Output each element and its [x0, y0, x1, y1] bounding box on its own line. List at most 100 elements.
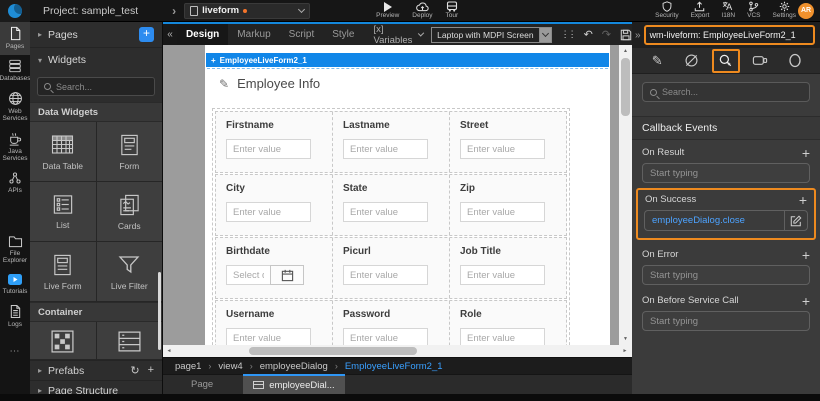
rail-item-web-services[interactable]: Web Services: [0, 87, 30, 127]
refresh-icon[interactable]: ↻: [130, 364, 139, 377]
scroll-right-arrow[interactable]: ►: [619, 348, 631, 354]
canvas-vertical-scrollbar[interactable]: ▲ ▼: [619, 45, 632, 345]
on-success-action-link[interactable]: employeeDialog.close: [645, 215, 784, 226]
form-field-role[interactable]: Role: [450, 301, 566, 345]
tab-shape[interactable]: [781, 49, 809, 73]
more-options-icon[interactable]: ⋮⋮: [561, 29, 575, 40]
role-input[interactable]: [460, 328, 545, 345]
form-field-lastname[interactable]: Lastname: [333, 112, 450, 172]
settings-button[interactable]: Settings: [773, 1, 797, 20]
widgets-accordion[interactable]: ▾ Widgets: [30, 48, 162, 72]
form-field-picurl[interactable]: Picurl: [333, 238, 450, 298]
canvas-horizontal-scrollbar[interactable]: ◄ ►: [163, 345, 632, 357]
add-prefab-icon[interactable]: +: [148, 364, 154, 377]
city-input[interactable]: [226, 202, 311, 222]
rail-more-icon[interactable]: ⋯: [0, 346, 30, 357]
security-button[interactable]: Security: [655, 1, 678, 20]
form-field-job-title[interactable]: Job Title: [450, 238, 566, 298]
add-on-error-action[interactable]: +: [802, 250, 810, 260]
form-field-firstname[interactable]: Firstname: [216, 112, 333, 172]
widget-search[interactable]: [37, 77, 155, 96]
on-error-input[interactable]: [642, 265, 810, 285]
undo-icon[interactable]: ↶: [584, 28, 593, 41]
scroll-up-arrow[interactable]: ▲: [619, 45, 632, 57]
state-input[interactable]: [343, 202, 428, 222]
widget-tile-panel[interactable]: [97, 322, 163, 359]
export-button[interactable]: Export: [691, 1, 710, 20]
rail-item-pages[interactable]: Pages: [0, 22, 30, 55]
breadcrumb-page1[interactable]: page1: [175, 361, 201, 372]
add-on-before-service-call-action[interactable]: +: [802, 296, 810, 306]
deploy-button[interactable]: Deploy: [412, 1, 432, 20]
properties-search-input[interactable]: [662, 87, 802, 97]
job-title-input[interactable]: [460, 265, 545, 285]
horizontal-scroll-thumb[interactable]: [249, 347, 417, 355]
widget-tile-live-form[interactable]: Live Form: [30, 242, 96, 301]
collapse-left-panel-button[interactable]: «: [163, 24, 177, 45]
prefabs-accordion[interactable]: ▸ Prefabs ↻ +: [30, 360, 162, 380]
tab-styles[interactable]: [678, 49, 706, 73]
zip-input[interactable]: [460, 202, 545, 222]
tab-mobile[interactable]: [746, 49, 774, 73]
birthdate-input[interactable]: [226, 265, 270, 285]
breadcrumb-employeedialog[interactable]: employeeDialog: [260, 361, 328, 372]
tab-style[interactable]: Style: [323, 24, 363, 45]
username-input[interactable]: [226, 328, 311, 345]
tab-script[interactable]: Script: [280, 24, 324, 45]
tab-events[interactable]: [712, 49, 740, 73]
tab-design[interactable]: Design: [177, 24, 228, 45]
variables-button[interactable]: [x] Variables: [373, 24, 423, 46]
password-input[interactable]: [343, 328, 428, 345]
left-panel-scrollbar[interactable]: [158, 272, 161, 350]
widget-search-input[interactable]: [56, 82, 148, 92]
firstname-input[interactable]: [226, 139, 311, 159]
scroll-left-arrow[interactable]: ◄: [163, 348, 175, 354]
tab-properties[interactable]: ✎: [643, 49, 671, 73]
rail-item-java-services[interactable]: Java Services: [0, 128, 30, 167]
bottom-tab-employeedialog[interactable]: employeeDial...: [243, 374, 344, 394]
bottom-tab-page[interactable]: Page: [177, 374, 227, 394]
picurl-input[interactable]: [343, 265, 428, 285]
canvas-page[interactable]: + EmployeeLiveForm2_1 ✎ Employee Info Fi…: [205, 45, 610, 345]
vertical-scroll-thumb[interactable]: [621, 58, 630, 116]
widget-tile-cards[interactable]: Cards: [97, 182, 163, 241]
vcs-button[interactable]: VCS: [747, 1, 760, 20]
form-field-password[interactable]: Password: [333, 301, 450, 345]
i18n-button[interactable]: A I18N: [721, 1, 735, 20]
calendar-button[interactable]: [270, 265, 304, 285]
breadcrumb-employeeliveform[interactable]: EmployeeLiveForm2_1: [345, 361, 443, 372]
form-field-birthdate[interactable]: Birthdate: [216, 238, 333, 298]
user-avatar[interactable]: AR: [798, 3, 814, 19]
widget-tile-grid-layout[interactable]: [30, 322, 96, 359]
widget-tile-list[interactable]: List: [30, 182, 96, 241]
form-field-state[interactable]: State: [333, 175, 450, 235]
page-selector[interactable]: liveform: [184, 3, 310, 19]
widget-tile-form[interactable]: Form: [97, 122, 163, 181]
tour-button[interactable]: Tour: [446, 1, 459, 20]
form-title[interactable]: ✎ Employee Info: [219, 76, 320, 91]
scroll-down-arrow[interactable]: ▼: [619, 333, 632, 345]
save-icon[interactable]: [620, 29, 632, 41]
tab-markup[interactable]: Markup: [228, 24, 279, 45]
properties-search[interactable]: [642, 82, 810, 102]
selected-widget-header[interactable]: + EmployeeLiveForm2_1: [206, 53, 609, 67]
widget-tile-live-filter[interactable]: Live Filter: [97, 242, 163, 301]
on-result-input[interactable]: [642, 163, 810, 183]
breadcrumb-view4[interactable]: view4: [218, 361, 242, 372]
design-canvas[interactable]: + EmployeeLiveForm2_1 ✎ Employee Info Fi…: [163, 45, 632, 345]
rail-item-file-explorer[interactable]: File Explorer: [0, 231, 30, 269]
add-on-success-action[interactable]: +: [799, 195, 807, 205]
edit-action-button[interactable]: [784, 211, 807, 230]
rail-item-logs[interactable]: Logs: [0, 300, 30, 333]
expand-panel-icon[interactable]: »: [635, 30, 641, 41]
rail-item-tutorials[interactable]: Tutorials: [0, 269, 30, 300]
widget-tile-data-table[interactable]: Data Table: [30, 122, 96, 181]
preview-button[interactable]: Preview: [376, 1, 399, 20]
lastname-input[interactable]: [343, 139, 428, 159]
form-field-city[interactable]: City: [216, 175, 333, 235]
pages-accordion[interactable]: ▸ Pages +: [30, 22, 162, 48]
form-field-street[interactable]: Street: [450, 112, 566, 172]
device-selector[interactable]: Laptop with MDPI Screen: [431, 27, 551, 43]
form-field-zip[interactable]: Zip: [450, 175, 566, 235]
street-input[interactable]: [460, 139, 545, 159]
